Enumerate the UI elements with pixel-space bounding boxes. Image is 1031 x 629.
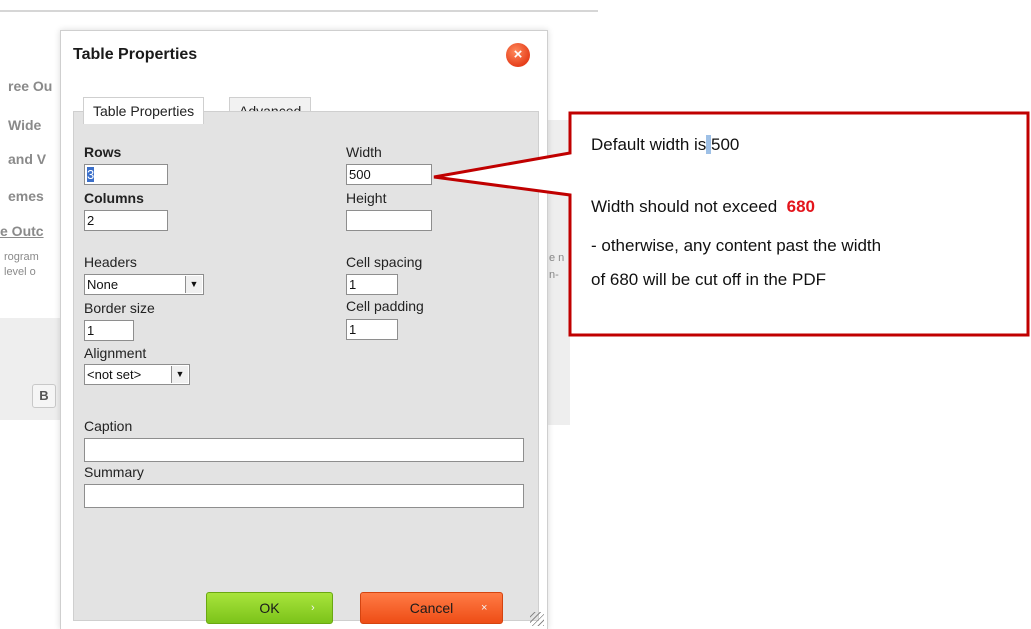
ok-button-label: OK (259, 600, 280, 616)
border-size-input[interactable]: 1 (84, 320, 134, 341)
chevron-down-icon[interactable]: ▼ (171, 366, 188, 383)
bg-small-text: rogram (4, 251, 39, 263)
bg-text-fragment: emes (8, 188, 44, 204)
headers-select[interactable]: None ▼ (84, 274, 204, 295)
alignment-value: <not set> (87, 367, 142, 382)
close-icon[interactable]: × (506, 43, 530, 67)
border-size-label: Border size (84, 300, 155, 316)
bold-button[interactable]: B (32, 384, 56, 408)
bg-link-fragment[interactable]: e Outc (0, 223, 44, 239)
alignment-select[interactable]: <not set> ▼ (84, 364, 190, 385)
bg-text-fragment: and V (8, 151, 47, 167)
callout-max-width-prefix: Width should not exceed (591, 197, 778, 216)
cell-padding-label: Cell padding (346, 298, 424, 314)
callout-default-width: Default width is 500 (591, 135, 739, 155)
summary-input[interactable] (84, 484, 524, 508)
callout-max-width-value: 680 (786, 197, 815, 216)
tab-table-properties[interactable]: Table Properties (83, 97, 205, 124)
height-label: Height (346, 190, 387, 206)
cell-spacing-input[interactable]: 1 (346, 274, 398, 295)
cancel-button-label: Cancel (409, 600, 454, 616)
rows-label: Rows (84, 144, 122, 160)
page-top-rule (0, 10, 598, 12)
columns-input[interactable]: 2 (84, 210, 168, 231)
callout-warning-line: - otherwise, any content past the width (591, 236, 882, 255)
headers-value: None (87, 277, 119, 292)
bg-small-text: level o (4, 266, 36, 278)
cancel-button[interactable]: Cancel × (360, 592, 503, 624)
rows-input[interactable]: 3 (84, 164, 168, 185)
chevron-right-icon: › (311, 602, 315, 614)
alignment-label: Alignment (84, 345, 147, 361)
callout-max-width: Width should not exceed 680 (591, 197, 815, 217)
bg-text-fragment: Wide (8, 117, 42, 133)
width-label: Width (346, 144, 382, 160)
summary-label: Summary (84, 464, 144, 480)
chevron-down-icon[interactable]: ▼ (185, 276, 202, 293)
headers-label: Headers (84, 254, 137, 270)
callout-warning-line: of 680 will be cut off in the PDF (591, 270, 826, 289)
dialog-title: Table Properties (73, 46, 198, 63)
cell-padding-input[interactable]: 1 (346, 319, 398, 340)
callout-default-width-value: 500 (711, 135, 740, 154)
ok-button[interactable]: OK › (206, 592, 333, 624)
columns-label: Columns (84, 190, 144, 206)
cell-spacing-label: Cell spacing (346, 254, 423, 270)
rows-value: 3 (87, 167, 95, 182)
caption-label: Caption (84, 418, 133, 434)
close-icon: × (481, 602, 488, 614)
resize-grip-icon[interactable] (530, 612, 544, 626)
callout-default-width-prefix: Default width is (591, 135, 707, 154)
bg-text-fragment: ree Ou (8, 78, 53, 94)
caption-input[interactable] (84, 438, 524, 462)
